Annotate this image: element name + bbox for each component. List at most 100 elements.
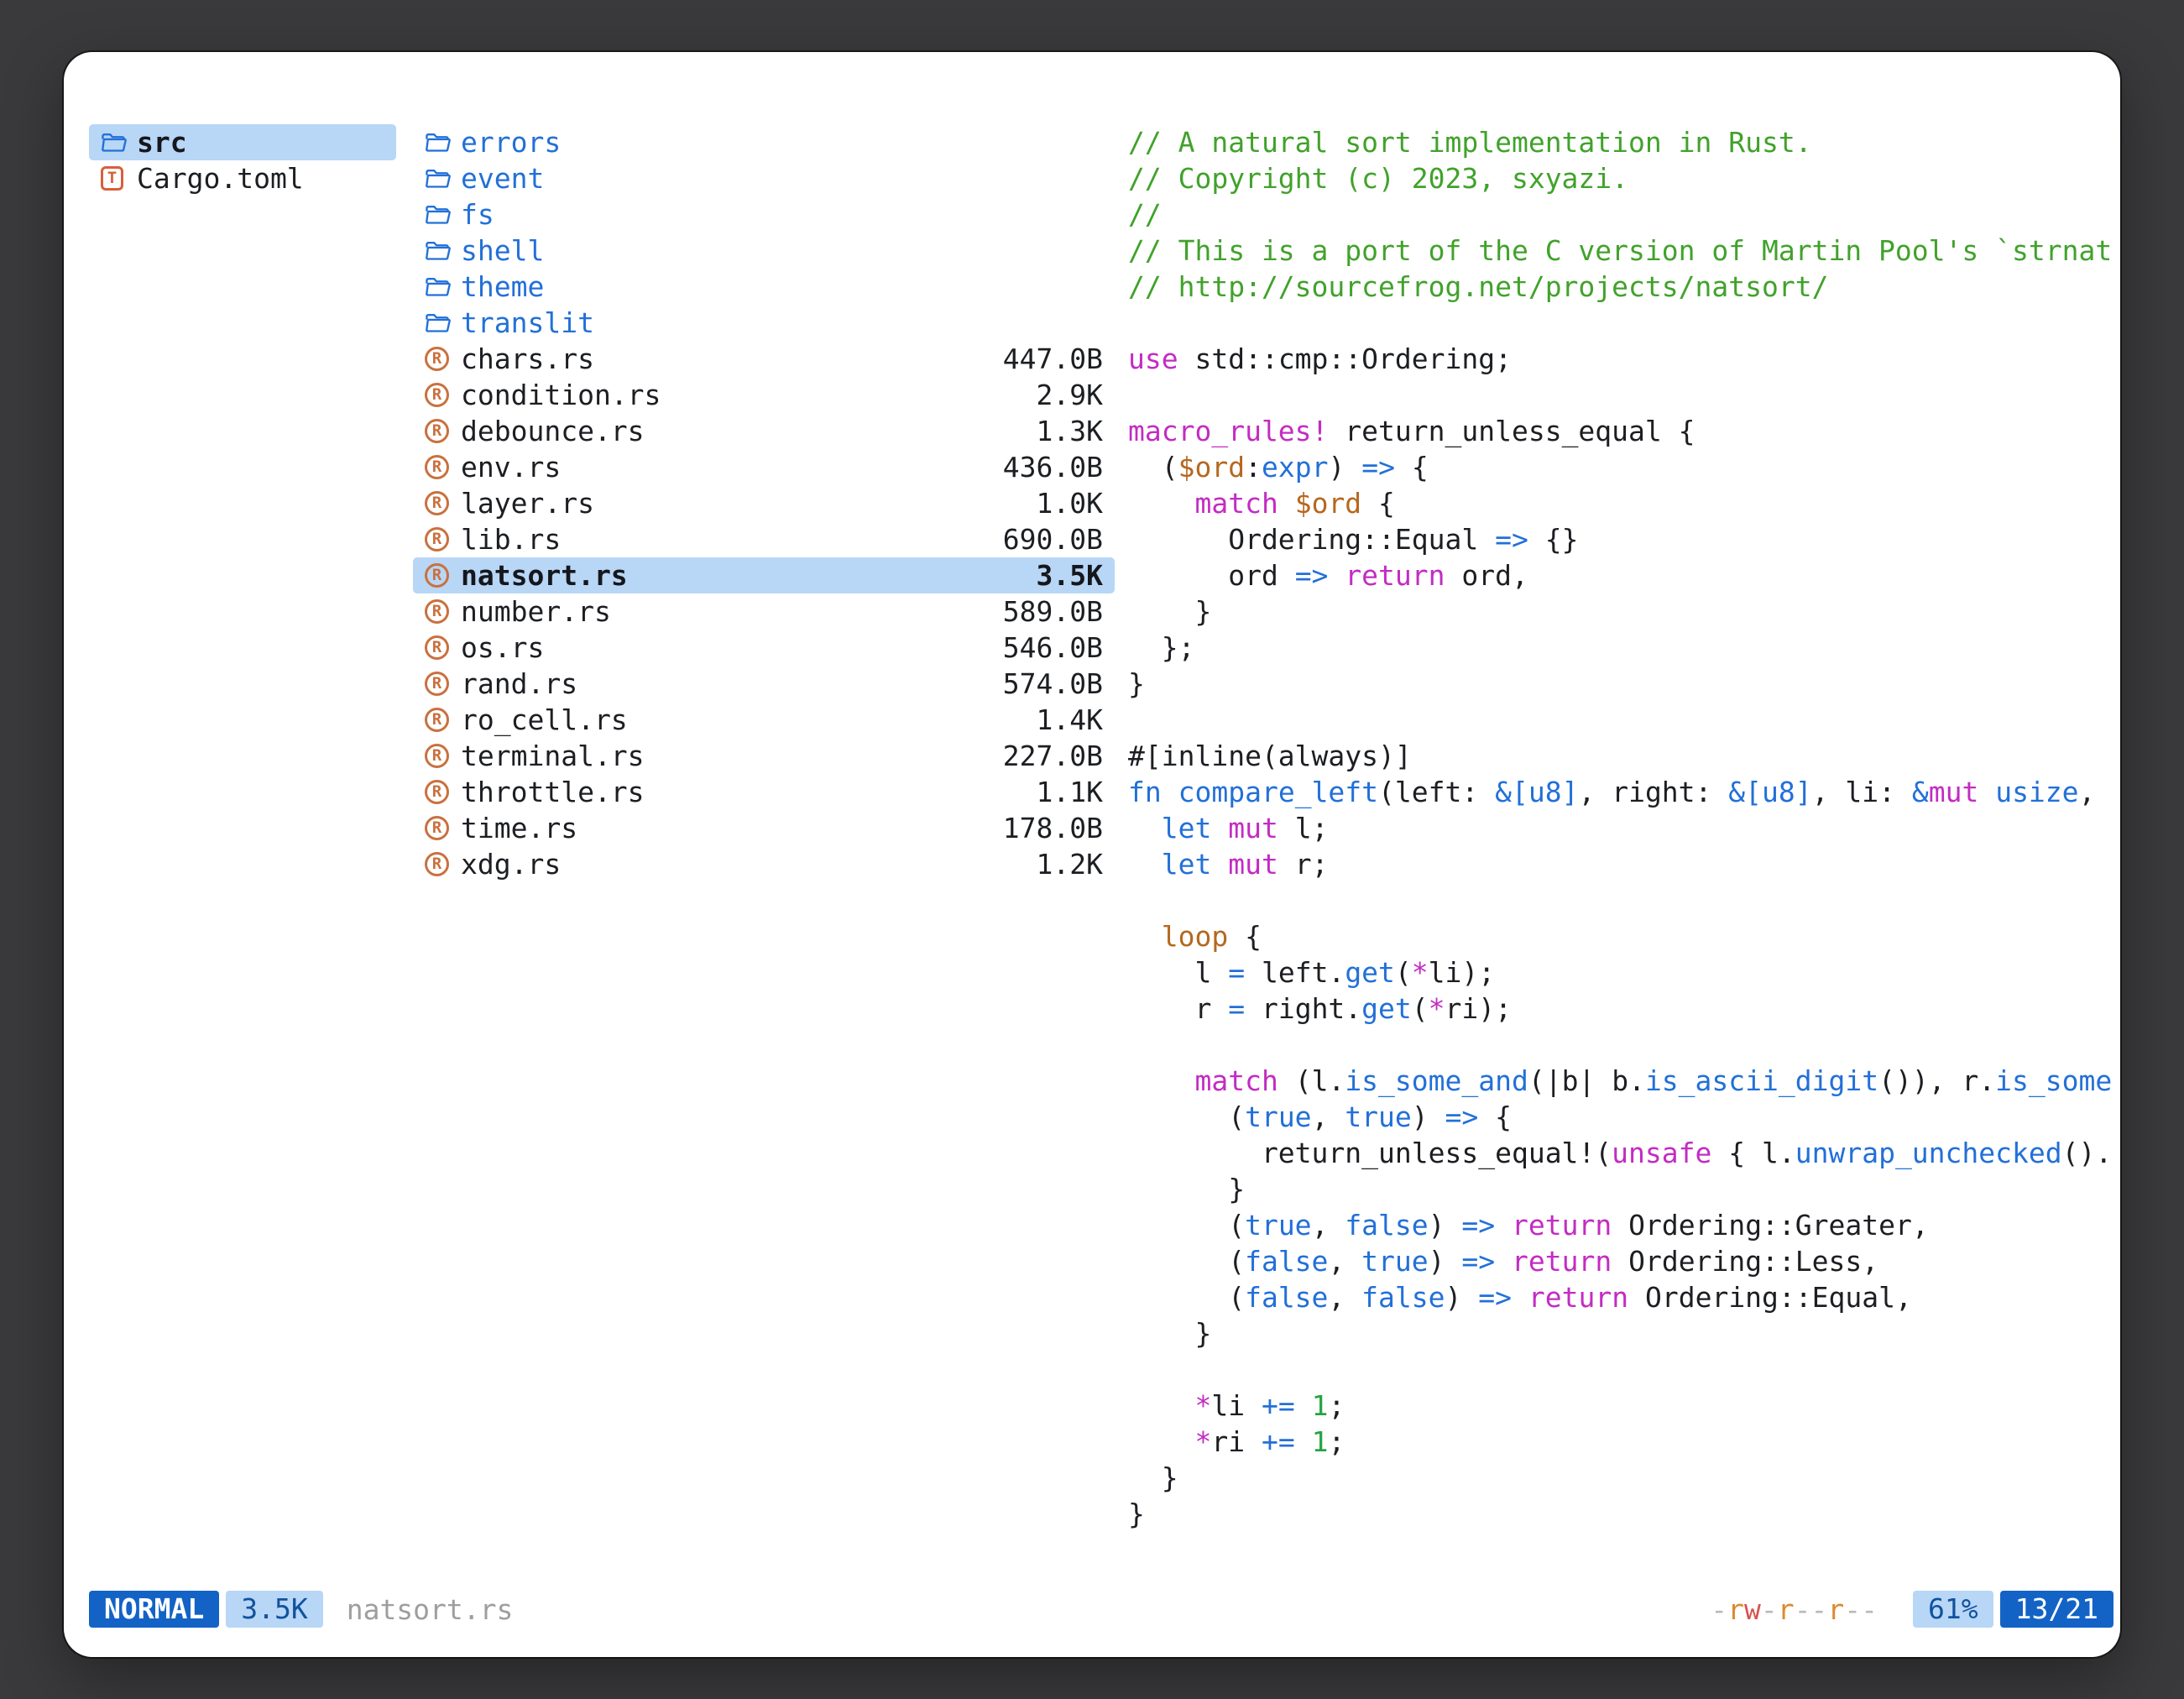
file-row[interactable]: Rnumber.rs 589.0B <box>413 593 1115 630</box>
folder-icon <box>425 132 451 153</box>
file-row[interactable]: Rxdg.rs1.2K <box>413 846 1115 882</box>
folder-icon <box>425 240 451 261</box>
file-row[interactable]: src <box>89 124 396 160</box>
toml-file-icon: T <box>101 166 123 191</box>
file-size: 690.0B <box>1003 523 1103 556</box>
file-size: 178.0B <box>1003 812 1103 844</box>
file-name: event <box>461 162 544 195</box>
code-line: } <box>1128 666 2113 702</box>
file-icon-slot: R <box>425 635 453 660</box>
code-line: (false, false) => return Ordering::Equal… <box>1128 1279 2113 1315</box>
file-icon-slot: R <box>425 744 453 768</box>
file-icon-slot: R <box>425 708 453 732</box>
file-row[interactable]: Rthrottle.rs1.1K <box>413 774 1115 810</box>
file-name: Cargo.toml <box>137 162 304 195</box>
mode-badge: NORMAL <box>89 1591 219 1628</box>
file-icon-slot <box>425 312 453 333</box>
file-size: 589.0B <box>1003 595 1103 628</box>
file-icon-slot <box>425 240 453 261</box>
file-size: 3.5K <box>1037 559 1103 592</box>
rust-file-icon: R <box>425 816 449 840</box>
code-line <box>1128 305 2113 341</box>
code-line: *li += 1; <box>1128 1388 2113 1424</box>
file-name: lib.rs <box>461 523 561 556</box>
folder-icon <box>425 168 451 189</box>
file-row[interactable]: Rdebounce.rs1.3K <box>413 413 1115 449</box>
rust-file-icon: R <box>425 419 449 443</box>
file-row[interactable]: fs <box>413 196 1115 233</box>
file-row[interactable]: errors <box>413 124 1115 160</box>
code-line <box>1128 1351 2113 1388</box>
yazi-window: src T Cargo.toml errorseventfsshellthemetr… <box>64 52 2120 1657</box>
file-row[interactable]: Rlib.rs 690.0B <box>413 521 1115 557</box>
file-icon-slot: R <box>425 527 453 552</box>
code-line: ord => return ord, <box>1128 557 2113 593</box>
file-row[interactable]: Rterminal.rs227.0B <box>413 738 1115 774</box>
file-icon-slot: R <box>425 852 453 876</box>
file-row[interactable]: Rro_cell.rs1.4K <box>413 702 1115 738</box>
rust-file-icon: R <box>425 491 449 515</box>
parent-pane: src T Cargo.toml <box>89 124 396 196</box>
code-line: // http://sourcefrog.net/projects/natsor… <box>1128 269 2113 305</box>
file-row[interactable]: event <box>413 160 1115 196</box>
current-pane: errorseventfsshellthemetranslitRchars.rs… <box>413 124 1115 882</box>
status-bar-right: -rw-r--r-- 61% 13/21 <box>1711 1591 2113 1628</box>
code-line: // Copyright (c) 2023, sxyazi. <box>1128 160 2113 196</box>
code-line: l = left.get(*li); <box>1128 954 2113 991</box>
rust-file-icon: R <box>425 852 449 876</box>
file-size: 546.0B <box>1003 631 1103 664</box>
code-line: (true, false) => return Ordering::Greate… <box>1128 1207 2113 1243</box>
rust-file-icon: R <box>425 744 449 768</box>
file-row[interactable]: T Cargo.toml <box>89 160 396 196</box>
file-row[interactable]: Rchars.rs447.0B <box>413 341 1115 377</box>
file-row[interactable]: Rcondition.rs2.9K <box>413 377 1115 413</box>
rust-file-icon: R <box>425 599 449 624</box>
code-line: // A natural sort implementation in Rust… <box>1128 124 2113 160</box>
file-icon-slot: R <box>425 672 453 696</box>
file-icon-slot: T <box>101 166 129 191</box>
code-line: use std::cmp::Ordering; <box>1128 341 2113 377</box>
file-row[interactable]: shell <box>413 233 1115 269</box>
file-name: os.rs <box>461 631 544 664</box>
rust-file-icon: R <box>425 347 449 371</box>
file-row[interactable]: theme <box>413 269 1115 305</box>
file-icon-slot <box>425 168 453 189</box>
file-icon-slot <box>101 132 129 153</box>
file-row[interactable]: Rrand.rs574.0B <box>413 666 1115 702</box>
permissions-text: -rw-r--r-- <box>1711 1593 1878 1626</box>
file-icon-slot <box>425 132 453 153</box>
code-line: Ordering::Equal => {} <box>1128 521 2113 557</box>
file-icon-slot: R <box>425 599 453 624</box>
file-row[interactable]: translit <box>413 305 1115 341</box>
file-size: 1.2K <box>1037 848 1103 881</box>
file-size: 436.0B <box>1003 451 1103 484</box>
rust-file-icon: R <box>425 383 449 407</box>
folder-icon <box>425 312 451 333</box>
file-row[interactable]: Ros.rs 546.0B <box>413 630 1115 666</box>
file-icon-slot: R <box>425 816 453 840</box>
code-line <box>1128 377 2113 413</box>
file-name: number.rs <box>461 595 611 628</box>
rust-file-icon: R <box>425 672 449 696</box>
file-icon-slot: R <box>425 780 453 804</box>
file-name: time.rs <box>461 812 577 844</box>
file-row[interactable]: Rnatsort.rs3.5K <box>413 557 1115 593</box>
cursor-position-badge: 13/21 <box>2000 1591 2113 1628</box>
status-filename: natsort.rs <box>347 1593 514 1626</box>
file-name: throttle.rs <box>461 776 645 808</box>
file-row[interactable]: Rtime.rs 178.0B <box>413 810 1115 846</box>
code-line: loop { <box>1128 918 2113 954</box>
code-line: ($ord:expr) => { <box>1128 449 2113 485</box>
file-row[interactable]: Renv.rs436.0B <box>413 449 1115 485</box>
file-name: env.rs <box>461 451 561 484</box>
file-name: fs <box>461 198 494 231</box>
code-line: } <box>1128 1315 2113 1351</box>
rust-file-icon: R <box>425 635 449 660</box>
code-line: // This is a port of the C version of Ma… <box>1128 233 2113 269</box>
file-icon-slot <box>425 276 453 297</box>
file-name: debounce.rs <box>461 415 645 447</box>
code-line: }; <box>1128 630 2113 666</box>
code-line: return_unless_equal!(unsafe { l.unwrap_u… <box>1128 1135 2113 1171</box>
file-icon-slot: R <box>425 563 453 588</box>
file-row[interactable]: Rlayer.rs1.0K <box>413 485 1115 521</box>
